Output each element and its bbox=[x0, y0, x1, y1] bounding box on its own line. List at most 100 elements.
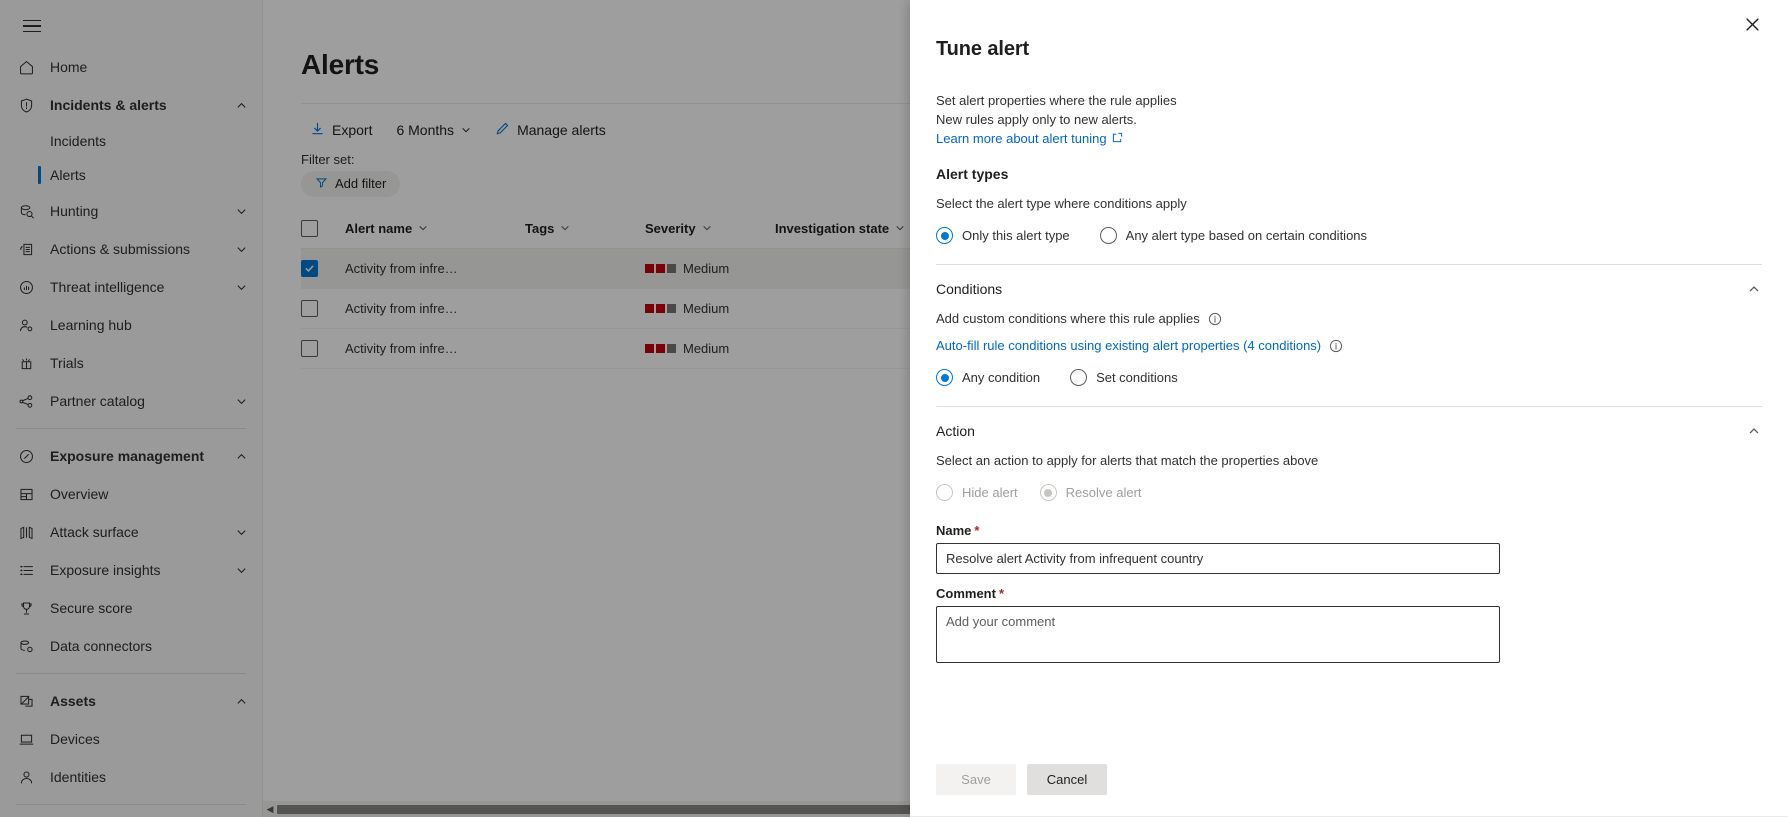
actions-icon bbox=[16, 239, 36, 259]
sidebar-item-identities[interactable]: Identities bbox=[0, 758, 262, 796]
sidebar-item-label: Incidents & alerts bbox=[50, 97, 234, 113]
row-checkbox[interactable] bbox=[301, 260, 345, 277]
radio-label: Hide alert bbox=[962, 485, 1018, 500]
severity-bars-icon bbox=[645, 301, 676, 316]
chevron-up-icon[interactable] bbox=[1746, 423, 1762, 439]
column-header-tags[interactable]: Tags bbox=[525, 221, 645, 236]
severity-label: Medium bbox=[683, 261, 729, 276]
sidebar-item-learning-hub[interactable]: Learning hub bbox=[0, 306, 262, 344]
sidebar-item-label: Exposure insights bbox=[50, 562, 234, 578]
add-filter-label: Add filter bbox=[335, 176, 386, 191]
sidebar-item-partner-catalog[interactable]: Partner catalog bbox=[0, 382, 262, 420]
column-header-alert-name[interactable]: Alert name bbox=[345, 221, 525, 236]
sidebar-item-label: Trials bbox=[50, 355, 248, 371]
column-label: Alert name bbox=[345, 221, 412, 236]
cell-alert-name: Activity from infre… bbox=[345, 341, 525, 356]
sidebar-item-secure-score[interactable]: Secure score bbox=[0, 589, 262, 627]
severity-label: Medium bbox=[683, 341, 729, 356]
sidebar-item-incidents[interactable]: Incidents bbox=[0, 124, 262, 158]
learn-more-link[interactable]: Learn more about alert tuning bbox=[936, 129, 1123, 148]
conditions-subtext: Add custom conditions where this rule ap… bbox=[936, 311, 1762, 326]
scroll-left-arrow-icon[interactable]: ◀ bbox=[263, 804, 277, 815]
column-header-investigation-state[interactable]: Investigation state bbox=[775, 221, 920, 236]
manage-alerts-button[interactable]: Manage alerts bbox=[486, 115, 615, 145]
home-icon bbox=[16, 57, 36, 77]
radio-label: Resolve alert bbox=[1066, 485, 1142, 500]
panel-description: Set alert properties where the rule appl… bbox=[936, 91, 1762, 148]
sidebar-item-devices[interactable]: Devices bbox=[0, 720, 262, 758]
sidebar-item-endpoints[interactable]: Endpoints bbox=[0, 813, 262, 817]
sidebar-item-label: Exposure management bbox=[50, 448, 234, 464]
panel-title: Tune alert bbox=[936, 0, 1762, 61]
sidebar-item-label: Identities bbox=[50, 769, 248, 785]
sidebar-item-label: Assets bbox=[50, 693, 234, 709]
autofill-conditions-link[interactable]: Auto-fill rule conditions using existing… bbox=[936, 338, 1321, 353]
select-all-checkbox[interactable] bbox=[301, 220, 345, 237]
sidebar-item-incidents-alerts[interactable]: Incidents & alerts bbox=[0, 86, 262, 124]
required-asterisk: * bbox=[974, 523, 979, 538]
assets-icon bbox=[16, 691, 36, 711]
severity-bars-icon bbox=[645, 261, 676, 276]
save-button[interactable]: Save bbox=[936, 764, 1016, 795]
cell-severity: Medium bbox=[645, 301, 775, 316]
sidebar-item-threat-intelligence[interactable]: Threat intelligence bbox=[0, 268, 262, 306]
name-input[interactable] bbox=[936, 543, 1500, 574]
shield-alert-icon bbox=[16, 95, 36, 115]
sidebar-item-attack-surface[interactable]: Attack surface bbox=[0, 513, 262, 551]
column-header-severity[interactable]: Severity bbox=[645, 221, 775, 236]
row-checkbox[interactable] bbox=[301, 340, 345, 357]
conditions-section-header[interactable]: Conditions bbox=[936, 281, 1762, 297]
info-icon[interactable] bbox=[1329, 339, 1343, 353]
export-button[interactable]: Export bbox=[301, 115, 381, 145]
chevron-up-icon[interactable] bbox=[1746, 281, 1762, 297]
threat-intel-icon bbox=[16, 277, 36, 297]
filter-icon bbox=[315, 176, 328, 192]
action-section-header[interactable]: Action bbox=[936, 423, 1762, 439]
row-checkbox[interactable] bbox=[301, 300, 345, 317]
radio-only-this-alert-type[interactable]: Only this alert type bbox=[936, 227, 1070, 244]
name-label-text: Name bbox=[936, 523, 971, 538]
sidebar-item-label: Attack surface bbox=[50, 524, 234, 540]
chevron-down-icon bbox=[234, 525, 248, 539]
close-icon[interactable] bbox=[1736, 8, 1768, 40]
comment-textarea[interactable] bbox=[936, 606, 1500, 663]
radio-any-condition[interactable]: Any condition bbox=[936, 369, 1040, 386]
sidebar-item-hunting[interactable]: Hunting bbox=[0, 192, 262, 230]
conditions-heading: Conditions bbox=[936, 281, 1002, 297]
sidebar-item-label: Home bbox=[50, 59, 248, 75]
sidebar-item-home[interactable]: Home bbox=[0, 48, 262, 86]
learn-more-label: Learn more about alert tuning bbox=[936, 129, 1107, 148]
alert-types-subtext-label: Select the alert type where conditions a… bbox=[936, 196, 1187, 211]
sidebar-item-actions-submissions[interactable]: Actions & submissions bbox=[0, 230, 262, 268]
sidebar-item-label: Secure score bbox=[50, 600, 248, 616]
add-filter-button[interactable]: Add filter bbox=[301, 171, 400, 197]
radio-selected-icon bbox=[936, 369, 953, 386]
sidebar-item-overview[interactable]: Overview bbox=[0, 475, 262, 513]
checkbox-icon bbox=[301, 220, 318, 237]
sidebar-item-data-connectors[interactable]: Data connectors bbox=[0, 627, 262, 665]
overview-icon bbox=[16, 484, 36, 504]
tune-alert-panel: Tune alert Set alert properties where th… bbox=[910, 0, 1788, 817]
radio-icon bbox=[936, 484, 953, 501]
description-line-2: New rules apply only to new alerts. bbox=[936, 110, 1762, 129]
person-icon bbox=[16, 767, 36, 787]
sidebar-item-exposure-management[interactable]: Exposure management bbox=[0, 437, 262, 475]
sidebar-divider bbox=[16, 673, 246, 674]
radio-hide-alert: Hide alert bbox=[936, 484, 1018, 501]
time-range-dropdown[interactable]: 6 Months bbox=[387, 116, 480, 144]
radio-set-conditions[interactable]: Set conditions bbox=[1070, 369, 1178, 386]
alert-types-heading: Alert types bbox=[936, 166, 1762, 182]
hamburger-icon[interactable] bbox=[10, 4, 54, 48]
chevron-down-icon bbox=[234, 242, 248, 256]
sidebar-item-exposure-insights[interactable]: Exposure insights bbox=[0, 551, 262, 589]
sidebar-item-trials[interactable]: Trials bbox=[0, 344, 262, 382]
radio-any-alert-type[interactable]: Any alert type based on certain conditio… bbox=[1100, 227, 1367, 244]
sidebar-item-assets[interactable]: Assets bbox=[0, 682, 262, 720]
sidebar-item-alerts[interactable]: Alerts bbox=[0, 158, 262, 192]
radio-icon bbox=[1070, 369, 1087, 386]
info-icon[interactable] bbox=[1208, 312, 1222, 326]
chevron-down-icon bbox=[234, 280, 248, 294]
severity-bars-icon bbox=[645, 341, 676, 356]
sidebar-item-label: Hunting bbox=[50, 203, 234, 219]
cancel-button[interactable]: Cancel bbox=[1027, 764, 1107, 795]
